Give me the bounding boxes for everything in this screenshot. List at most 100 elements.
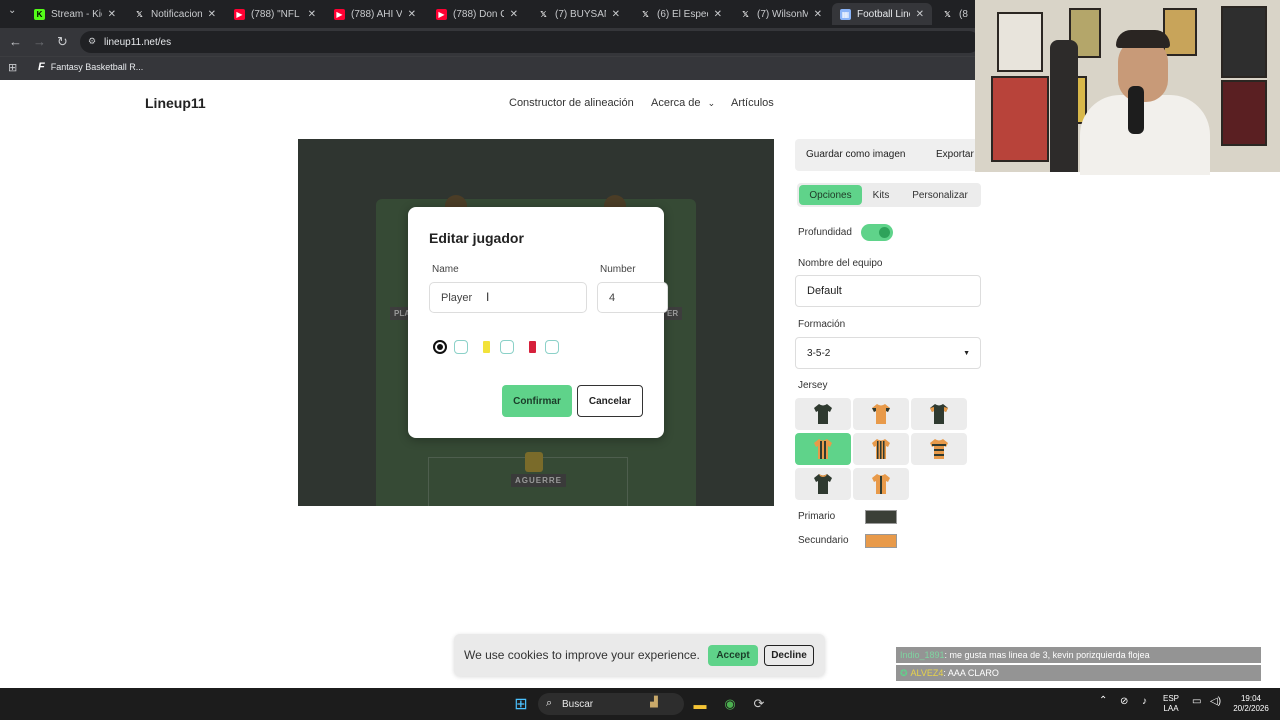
close-icon[interactable]: ✕	[714, 9, 722, 20]
team-name-input[interactable]: Default	[795, 275, 981, 307]
depth-toggle[interactable]	[861, 224, 893, 241]
tab-title: Stream - Kick D	[51, 8, 102, 20]
browser-tab[interactable]: ▶ (788) Don Om ✕	[428, 3, 526, 25]
secondary-label: Secundario	[798, 535, 849, 546]
close-icon[interactable]: ✕	[308, 9, 316, 20]
goalkeeper-shirt[interactable]	[525, 452, 543, 472]
jersey-plain-icon	[814, 404, 832, 424]
tab-title: (7) WilsonMen	[757, 8, 808, 20]
language-bottom: LAA	[1163, 704, 1179, 713]
yellow-card-icon	[483, 341, 490, 353]
browser-tab[interactable]: 𝕏 (8) Va	[934, 3, 976, 25]
volume-icon[interactable]: ◁)	[1210, 697, 1221, 707]
browser-tab[interactable]: 𝕏 (6) El Espectad ✕	[632, 3, 730, 25]
jersey-thin-stripes-icon	[872, 439, 890, 459]
goalkeeper-name-badge[interactable]: AGUERRE	[511, 474, 567, 487]
formation-select[interactable]: 3-5-2 ▼	[795, 337, 981, 369]
microphone-icon[interactable]: ♪	[1142, 697, 1147, 707]
back-icon[interactable]: ←	[9, 34, 22, 49]
jersey-option[interactable]	[853, 468, 909, 500]
chrome-icon[interactable]: ◉	[721, 695, 739, 713]
youtube-icon: ▶	[334, 8, 345, 20]
jersey-option[interactable]	[911, 433, 967, 465]
primary-color-swatch[interactable]	[865, 510, 897, 524]
search-icon: ⌕	[546, 697, 553, 709]
jersey-option-selected[interactable]	[795, 433, 851, 465]
browser-tab[interactable]: K Stream - Kick D ✕	[26, 3, 124, 25]
clock-date: 20/2/2026	[1233, 704, 1269, 713]
player-number-input[interactable]: 4	[597, 282, 668, 313]
export-button[interactable]: Exportar	[936, 149, 974, 160]
browser-tab[interactable]: 𝕏 Notificaciones ✕	[126, 3, 224, 25]
nav-about[interactable]: Acerca de ⌄	[651, 97, 715, 109]
secondary-color-swatch[interactable]	[865, 534, 897, 548]
jersey-sleeves-icon	[930, 404, 948, 424]
close-icon[interactable]: ✕	[510, 9, 518, 20]
close-icon[interactable]: ✕	[916, 9, 924, 20]
language-indicator[interactable]: ESP LAA	[1163, 694, 1179, 714]
nav-lineup-builder[interactable]: Constructor de alineación	[509, 97, 634, 109]
browser-tab[interactable]: 𝕏 (7) WilsonMen ✕	[732, 3, 830, 25]
cookie-banner: We use cookies to improve your experienc…	[454, 634, 825, 676]
display-icon[interactable]: ▭	[1192, 697, 1201, 707]
panel-tabs: Opciones Kits Personalizar	[797, 183, 981, 207]
player-name-input[interactable]: Player I	[429, 282, 587, 313]
confirm-button[interactable]: Confirmar	[502, 385, 572, 417]
kick-icon: K	[34, 8, 45, 20]
site-logo[interactable]: Lineup11	[145, 95, 206, 111]
marker-none-radio[interactable]	[433, 340, 447, 354]
jersey-option[interactable]	[795, 398, 851, 430]
cancel-button[interactable]: Cancelar	[577, 385, 643, 417]
save-as-image-button[interactable]: Guardar como imagen	[806, 149, 906, 160]
browser-tab[interactable]: ▶ (788) "NFL on F ✕	[226, 3, 324, 25]
close-icon[interactable]: ✕	[814, 9, 822, 20]
decline-cookies-button[interactable]: Decline	[764, 645, 814, 666]
tab-title: Notificaciones	[151, 8, 202, 20]
forward-icon[interactable]: →	[33, 34, 46, 49]
jersey-center-stripe-icon	[872, 474, 890, 494]
browser-tab-active[interactable]: ▦ Football Lineu ✕	[832, 3, 932, 25]
streamer-body	[1080, 95, 1210, 175]
close-icon[interactable]: ✕	[408, 9, 416, 20]
red-card-checkbox[interactable]	[545, 340, 559, 354]
tab-customize[interactable]: Personalizar	[903, 185, 977, 205]
yellow-card-checkbox[interactable]	[500, 340, 514, 354]
depth-label: Profundidad	[798, 227, 852, 238]
close-icon[interactable]: ✕	[612, 9, 620, 20]
wall-poster	[997, 12, 1043, 72]
marker-none-checkbox[interactable]	[454, 340, 468, 354]
jersey-option[interactable]	[911, 398, 967, 430]
clock[interactable]: 19:04 20/2/2026	[1228, 694, 1274, 714]
windows-start-icon[interactable]: ⊞	[512, 695, 530, 713]
jersey-option[interactable]	[853, 398, 909, 430]
tab-list-icon[interactable]: ⌄	[8, 5, 16, 16]
action-bar: Guardar como imagen Exportar	[795, 139, 980, 171]
chat-message: Indio_1891 : me gusta mas linea de 3, ke…	[896, 647, 1261, 663]
reload-icon[interactable]: ↻	[57, 34, 68, 50]
close-icon[interactable]: ✕	[108, 9, 116, 20]
widget-icon: ▟	[650, 697, 658, 708]
x-icon: 𝕏	[642, 9, 649, 19]
close-icon[interactable]: ✕	[208, 9, 216, 20]
jersey-option[interactable]	[795, 468, 851, 500]
browser-tab[interactable]: 𝕏 (7) BUYSAN en ✕	[530, 3, 628, 25]
apps-icon[interactable]: ⊞	[8, 61, 17, 74]
number-label: Number	[600, 264, 636, 275]
language-top: ESP	[1163, 694, 1180, 703]
site-info-icon[interactable]: ⚙	[88, 36, 96, 47]
url-text: lineup11.net/es	[104, 36, 172, 48]
browser-tab[interactable]: ▶ (788) AHI VIEN ✕	[326, 3, 424, 25]
tab-kits[interactable]: Kits	[865, 185, 897, 205]
tray-expand-icon[interactable]: ⌃	[1099, 696, 1107, 706]
nav-articles[interactable]: Artículos	[731, 97, 774, 109]
file-explorer-icon[interactable]: ▬	[691, 695, 709, 713]
taskbar-search[interactable]: ⌕ Buscar ▟	[538, 693, 684, 715]
jersey-option[interactable]	[853, 433, 909, 465]
microphone	[1128, 86, 1144, 134]
accept-cookies-button[interactable]: Accept	[708, 645, 758, 666]
app-icon[interactable]: ⟳	[750, 695, 768, 713]
tab-options[interactable]: Opciones	[799, 185, 862, 205]
bookmark-item[interactable]: F Fantasy Basketball R...	[38, 61, 143, 73]
url-field[interactable]: ⚙ lineup11.net/es	[80, 31, 980, 53]
network-off-icon[interactable]: ⊘	[1120, 697, 1128, 707]
